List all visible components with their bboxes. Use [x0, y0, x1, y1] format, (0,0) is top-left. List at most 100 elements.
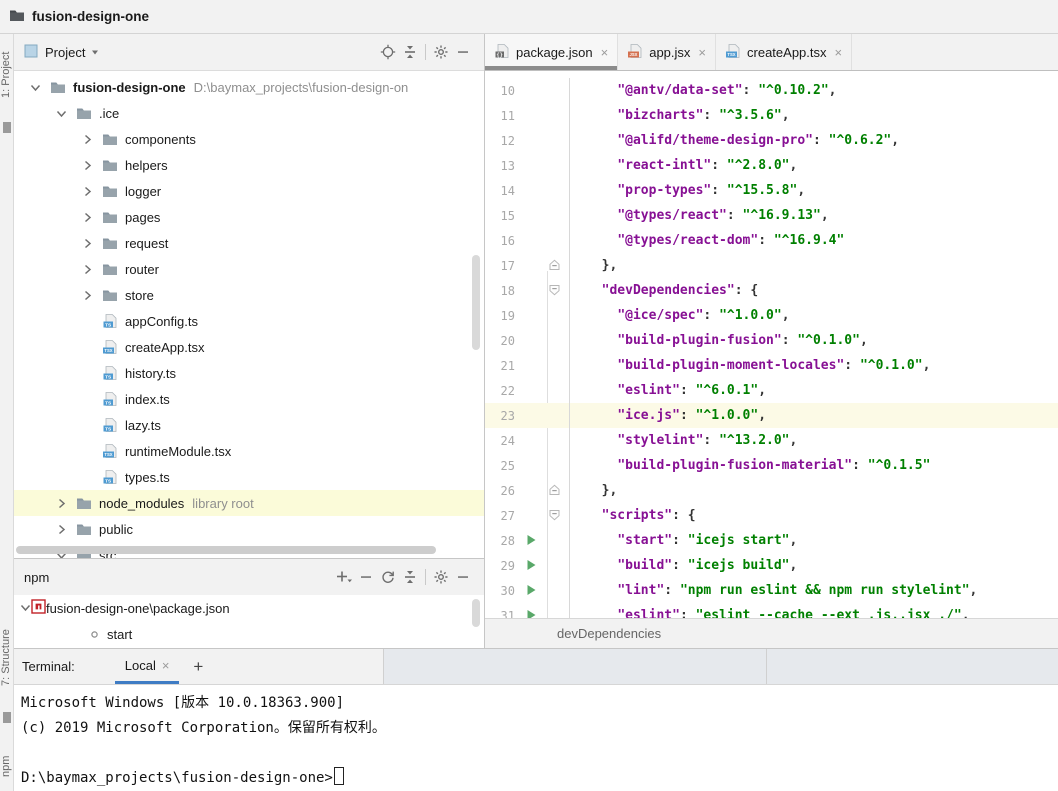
code-line-21[interactable]: 21 "build-plugin-moment-locales": "^0.1.… — [485, 353, 1058, 378]
code-line-10[interactable]: 10 "@antv/data-set": "^0.10.2", — [485, 78, 1058, 103]
tree-item-history.ts[interactable]: TShistory.ts — [14, 360, 484, 386]
npm-refresh-icon[interactable] — [377, 566, 399, 588]
stripe-tool-icon[interactable] — [3, 122, 11, 133]
tree-item-components[interactable]: components — [14, 126, 484, 152]
code-line-22[interactable]: 22 "eslint": "^6.0.1", — [485, 378, 1058, 403]
chevron-right-icon[interactable] — [54, 522, 68, 536]
npm-add-icon[interactable] — [333, 566, 355, 588]
project-horizontal-scrollbar[interactable] — [16, 546, 436, 554]
npm-vertical-scrollbar[interactable] — [472, 599, 480, 627]
tree-item-.ice[interactable]: .ice — [14, 100, 484, 126]
chevron-right-icon[interactable] — [54, 496, 68, 510]
code-line-26[interactable]: 26 }, — [485, 478, 1058, 503]
tree-item-helpers[interactable]: helpers — [14, 152, 484, 178]
chevron-right-icon[interactable] — [80, 210, 94, 224]
run-script-icon[interactable] — [526, 559, 537, 574]
code-line-19[interactable]: 19 "@ice/spec": "^1.0.0", — [485, 303, 1058, 328]
tree-item-node_modules[interactable]: node_moduleslibrary root — [14, 490, 484, 516]
code-line-25[interactable]: 25 "build-plugin-fusion-material": "^0.1… — [485, 453, 1058, 478]
code-line-23[interactable]: 23 "ice.js": "^1.0.0", — [485, 403, 1058, 428]
terminal-tab-local[interactable]: Local × — [115, 649, 180, 684]
breadcrumb-item[interactable]: devDependencies — [557, 626, 661, 641]
tree-item-runtimeModule.tsx[interactable]: TSXruntimeModule.tsx — [14, 438, 484, 464]
code-line-20[interactable]: 20 "build-plugin-fusion": "^0.1.0", — [485, 328, 1058, 353]
stripe-tool-icon-2[interactable] — [3, 712, 11, 723]
chevron-down-icon[interactable] — [28, 80, 42, 94]
code-line-14[interactable]: 14 "prop-types": "^15.5.8", — [485, 178, 1058, 203]
tree-item-appConfig.ts[interactable]: TSappConfig.ts — [14, 308, 484, 334]
tree-item-router[interactable]: router — [14, 256, 484, 282]
tree-item-types.ts[interactable]: TStypes.ts — [14, 464, 484, 490]
tree-item-fusion-design-one[interactable]: fusion-design-oneD:\baymax_projects\fusi… — [14, 74, 484, 100]
tree-item-store[interactable]: store — [14, 282, 484, 308]
tree-item-index.ts[interactable]: TSindex.ts — [14, 386, 484, 412]
code-line-12[interactable]: 12 "@alifd/theme-design-pro": "^0.6.2", — [485, 128, 1058, 153]
stripe-project-label[interactable]: 1: Project — [0, 40, 14, 110]
project-vertical-scrollbar[interactable] — [472, 255, 480, 350]
tree-item-lazy.ts[interactable]: TSlazy.ts — [14, 412, 484, 438]
chevron-right-icon[interactable] — [80, 262, 94, 276]
tree-item-request[interactable]: request — [14, 230, 484, 256]
run-script-icon[interactable] — [526, 584, 537, 599]
chevron-right-icon[interactable] — [80, 184, 94, 198]
fold-end-icon[interactable] — [548, 484, 561, 499]
project-locate-icon[interactable] — [377, 41, 399, 63]
npm-hide-icon[interactable] — [452, 566, 474, 588]
code-editor[interactable]: 10 "@antv/data-set": "^0.10.2",11 "bizch… — [485, 71, 1058, 618]
gutter — [523, 428, 569, 453]
editor-tab-package.json[interactable]: {}package.json× — [485, 34, 618, 70]
npm-package-json-node[interactable]: fusion-design-one\package.json — [14, 595, 484, 621]
chevron-down-icon[interactable] — [54, 106, 68, 120]
chevron-right-icon[interactable] — [80, 132, 94, 146]
terminal-output[interactable]: Microsoft Windows [版本 10.0.18363.900](c)… — [14, 685, 1058, 791]
stripe-structure-label[interactable]: 7: Structure — [0, 612, 14, 704]
chevron-right-icon[interactable] — [80, 158, 94, 172]
code-line-15[interactable]: 15 "@types/react": "^16.9.13", — [485, 203, 1058, 228]
run-script-icon[interactable] — [526, 534, 537, 549]
project-header-title[interactable]: Project — [45, 45, 85, 60]
line-number: 23 — [485, 409, 523, 423]
code-line-31[interactable]: 31 "eslint": "eslint --cache --ext .js,.… — [485, 603, 1058, 618]
code-line-29[interactable]: 29 "build": "icejs build", — [485, 553, 1058, 578]
npm-script-start[interactable]: start — [14, 621, 484, 647]
code-line-16[interactable]: 16 "@types/react-dom": "^16.9.4" — [485, 228, 1058, 253]
close-icon[interactable]: × — [835, 45, 843, 60]
code-line-24[interactable]: 24 "stylelint": "^13.2.0", — [485, 428, 1058, 453]
tree-item-pages[interactable]: pages — [14, 204, 484, 230]
code-line-18[interactable]: 18 "devDependencies": { — [485, 278, 1058, 303]
chevron-right-icon[interactable] — [80, 288, 94, 302]
close-icon[interactable]: × — [601, 45, 609, 60]
editor-tab-createApp.tsx[interactable]: TSXcreateApp.tsx× — [716, 34, 852, 70]
tree-item-logger[interactable]: logger — [14, 178, 484, 204]
code-line-30[interactable]: 30 "lint": "npm run eslint && npm run st… — [485, 578, 1058, 603]
run-script-icon[interactable] — [526, 609, 537, 618]
tree-item-createApp.tsx[interactable]: TSXcreateApp.tsx — [14, 334, 484, 360]
code-line-17[interactable]: 17 }, — [485, 253, 1058, 278]
chevron-spacer — [80, 392, 94, 406]
new-terminal-button[interactable]: + — [193, 657, 203, 677]
chevron-right-icon[interactable] — [80, 236, 94, 250]
chevron-down-icon[interactable] — [20, 601, 31, 616]
project-settings-icon[interactable] — [430, 41, 452, 63]
npm-collapse-all-icon[interactable] — [399, 566, 421, 588]
npm-settings-icon[interactable] — [430, 566, 452, 588]
project-hide-icon[interactable] — [452, 41, 474, 63]
code-line-27[interactable]: 27 "scripts": { — [485, 503, 1058, 528]
code-line-28[interactable]: 28 "start": "icejs start", — [485, 528, 1058, 553]
chevron-down-icon[interactable] — [90, 45, 100, 60]
close-icon[interactable]: × — [162, 658, 170, 673]
editor-tab-app.jsx[interactable]: JSXapp.jsx× — [618, 34, 716, 70]
npm-remove-icon[interactable] — [355, 566, 377, 588]
code-line-11[interactable]: 11 "bizcharts": "^3.5.6", — [485, 103, 1058, 128]
tree-item-public[interactable]: public — [14, 516, 484, 542]
fold-end-icon[interactable] — [548, 259, 561, 274]
fold-start-icon[interactable] — [548, 509, 561, 524]
project-tree: fusion-design-oneD:\baymax_projects\fusi… — [14, 71, 484, 558]
close-icon[interactable]: × — [698, 45, 706, 60]
line-number: 19 — [485, 309, 523, 323]
jsx-file-icon: JSX — [627, 43, 643, 62]
code-line-13[interactable]: 13 "react-intl": "^2.8.0", — [485, 153, 1058, 178]
project-collapse-all-icon[interactable] — [399, 41, 421, 63]
stripe-npm-label[interactable]: npm — [0, 742, 14, 790]
fold-start-icon[interactable] — [548, 284, 561, 299]
